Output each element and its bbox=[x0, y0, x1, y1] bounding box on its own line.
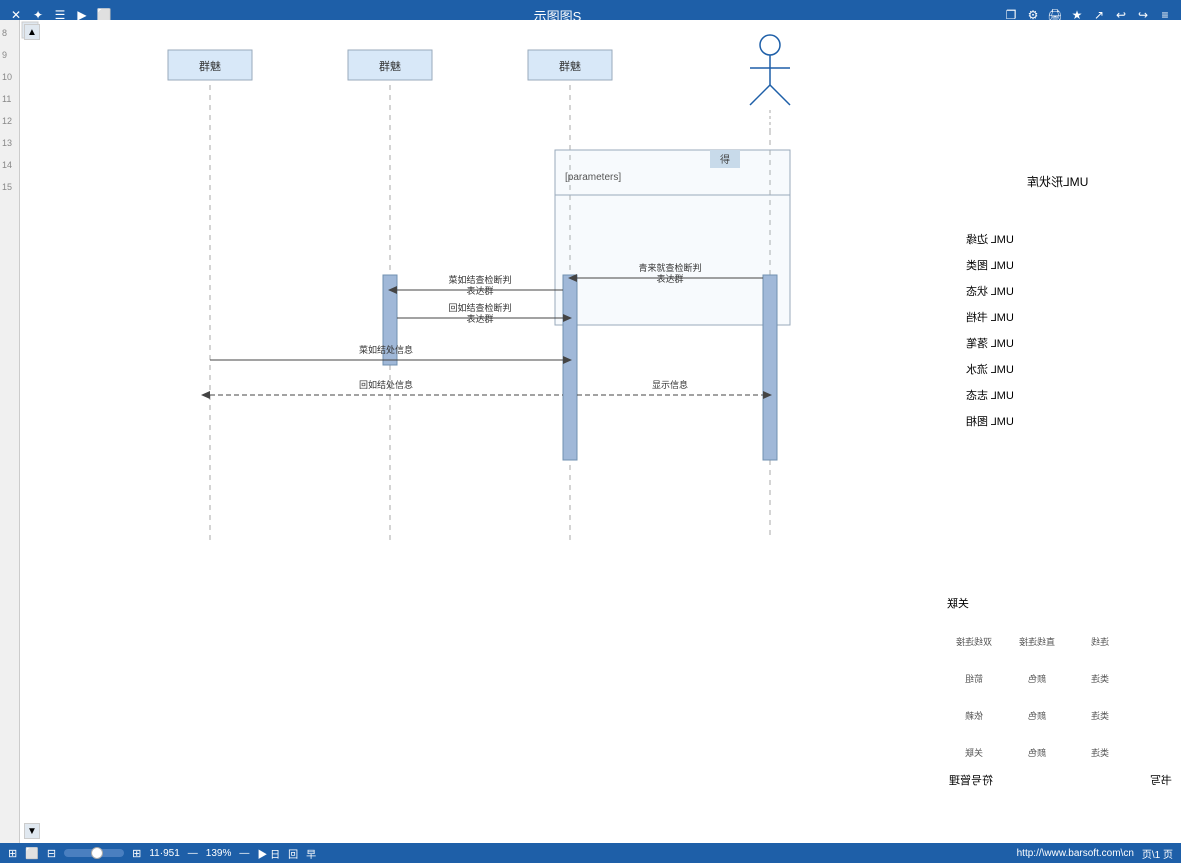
zoom-percent: 139% bbox=[206, 848, 232, 859]
svg-text:回如结处信息: 回如结处信息 bbox=[359, 379, 413, 390]
shape-label-7: UML 志态 bbox=[966, 387, 1014, 403]
connector-label-2: 直线连接 bbox=[1019, 635, 1055, 648]
page-number: 页\1 页 bbox=[1142, 846, 1173, 861]
svg-text:菜如结查检断判: 菜如结查检断判 bbox=[448, 274, 511, 285]
shape-label-4: UML 书档 bbox=[966, 309, 1014, 325]
connector-label-1: 双线连接 bbox=[956, 635, 992, 648]
format-panel-btn[interactable]: 书写 bbox=[1150, 772, 1172, 788]
shapes-panel-title: UML形状库 bbox=[1027, 173, 1088, 190]
connector-label-4: 箭组 bbox=[965, 672, 983, 685]
shape-label-3: UML 状态 bbox=[966, 283, 1014, 299]
shape-label-2: UML 图类 bbox=[966, 257, 1014, 273]
svg-text:表达群: 表达群 bbox=[466, 285, 493, 296]
preview-btn[interactable]: ▶ 日 bbox=[257, 846, 280, 861]
grid-icon[interactable]: ⊞ bbox=[8, 847, 17, 860]
connector-label-7: 依赖 bbox=[965, 709, 983, 722]
zoom-level: 11·951 bbox=[149, 848, 179, 859]
diagram-canvas: 得 [parameters] 群魅 群魅 bbox=[28, 188, 940, 779]
svg-text:菜如结处信息: 菜如结处信息 bbox=[359, 344, 413, 355]
actual-size-btn[interactable]: 早 bbox=[306, 846, 316, 861]
separator2: — bbox=[239, 848, 249, 859]
canvas-viewport[interactable]: 得 [parameters] 群魅 群魅 bbox=[28, 188, 940, 779]
separator: — bbox=[188, 848, 198, 859]
connector-label-10: 关联 bbox=[965, 746, 983, 759]
fit-page-btn[interactable]: 回 bbox=[288, 846, 298, 861]
zoom-out-icon[interactable]: ⊟ bbox=[47, 847, 56, 860]
app-url: http://\www.barsoft.com\cn bbox=[1017, 848, 1134, 859]
zoom-slider[interactable] bbox=[64, 849, 124, 857]
shape-label-8: UML 图相 bbox=[966, 413, 1014, 429]
zoom-in-icon[interactable]: ⊞ bbox=[132, 847, 141, 860]
shape-label-5: UML 落笔 bbox=[966, 335, 1014, 351]
connector-label-9: 类连 bbox=[1091, 709, 1109, 722]
connector-label-8: 颜色 bbox=[1028, 709, 1046, 722]
fit-icon[interactable]: ⬜ bbox=[25, 847, 39, 860]
svg-text:回如结查检断判: 回如结查检断判 bbox=[448, 302, 511, 313]
svg-text:表达群: 表达群 bbox=[466, 313, 493, 324]
canvas-row: 8 9 10 11 12 13 14 15 bbox=[28, 188, 940, 779]
connector-label-6: 类连 bbox=[1091, 672, 1109, 685]
sequence-diagram-svg: 得 [parameters] 群魅 群魅 bbox=[28, 188, 940, 779]
canvas-area: -450 -400 -350 -300 -250 -200 -150 -100 … bbox=[28, 168, 940, 793]
symbol-manager-btn[interactable]: 符号管理 bbox=[949, 772, 993, 788]
shape-label-6: UML 流水 bbox=[966, 361, 1014, 377]
svg-text:青来就查检断判: 青来就查检断判 bbox=[638, 262, 701, 273]
connector-label-3: 连线 bbox=[1091, 635, 1109, 648]
status-bar: ⊞ ⬜ ⊟ ⊞ 11·951 — 139% — ▶ 日 回 早 http://\… bbox=[0, 843, 1181, 863]
connectors-title: 关联 bbox=[947, 595, 969, 611]
url-bar: http://\www.barsoft.com\cn bbox=[1017, 848, 1134, 859]
connector-label-12: 类连 bbox=[1091, 746, 1109, 759]
svg-text:显示信息: 显示信息 bbox=[652, 379, 688, 390]
svg-text:表达群: 表达群 bbox=[656, 273, 683, 284]
connector-label-5: 颜色 bbox=[1028, 672, 1046, 685]
connector-label-11: 颜色 bbox=[1028, 746, 1046, 759]
shape-label-1: UML 边缘 bbox=[966, 231, 1014, 247]
